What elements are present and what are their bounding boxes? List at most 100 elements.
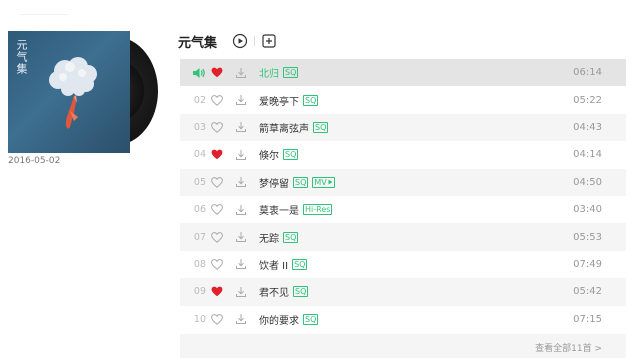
download-icon[interactable] [235,176,247,188]
track-row[interactable]: 02 爱晚亭下 SQ 05:22 [180,86,626,113]
track-duration: 03:40 [573,204,602,216]
sq-quality-badge: SQ [293,176,309,188]
track-index: 07 [193,231,206,243]
track-row[interactable]: 04 倏尔 SQ 04:14 [180,141,626,168]
sq-quality-badge: SQ [283,149,299,161]
album-cover-art [49,57,97,129]
download-icon[interactable] [235,67,247,79]
track-duration: 05:42 [573,286,602,298]
track-title[interactable]: 无踪 SQ [259,230,299,245]
track-index: 06 [193,204,206,216]
album-page: 元气集 2016-05-02 元气集 北归 SQ 06:14 02 爱晚亭下 S… [0,0,641,358]
track-row[interactable]: 09 君不见 SQ 05:42 [180,278,626,306]
badge-label: MV [314,177,327,187]
track-title[interactable]: 君不见 SQ [259,284,309,300]
track-title[interactable]: 梦停留 SQ MV [259,175,335,190]
track-index: 10 [193,313,206,325]
track-duration: 04:50 [573,176,602,188]
track-index: 02 [193,94,206,106]
mv-badge[interactable]: MV [312,176,335,188]
track-duration: 05:22 [573,94,602,106]
mv-play-icon [327,178,333,187]
track-title[interactable]: 莫衷一是 Hi-Res [259,202,333,217]
play-all-button[interactable] [232,33,248,49]
track-list: 北归 SQ 06:14 02 爱晚亭下 SQ 05:22 03 箭草离弦声 SQ 04:43 04 倏尔… [180,59,626,333]
badge-label: SQ [305,314,317,324]
badge-label: SQ [285,68,297,78]
track-title[interactable]: 你的要求 SQ [259,312,319,327]
hires-quality-badge: Hi-Res [303,204,333,216]
badge-label: SQ [295,287,307,297]
badge-label: SQ [294,259,306,269]
track-title-text: 箭草离弦声 [259,123,309,135]
download-icon[interactable] [235,231,247,243]
sq-quality-badge: SQ [303,94,319,106]
album-title: 元气集 [178,35,218,51]
album-artwork[interactable]: 元气集 [8,31,158,153]
track-duration: 07:15 [573,313,602,325]
heart-outline-icon[interactable] [211,231,223,243]
heart-outline-icon[interactable] [211,258,223,270]
heart-outline-icon[interactable] [211,176,223,188]
sq-quality-badge: SQ [293,286,309,298]
heart-filled-icon[interactable] [211,286,223,298]
sq-quality-badge: SQ [292,258,308,270]
track-row[interactable]: 06 莫衷一是 Hi-Res 03:40 [180,196,626,223]
badge-label: SQ [285,232,297,242]
track-duration: 04:43 [573,121,602,133]
release-date: 2016-05-02 [8,156,61,166]
track-duration: 04:14 [573,149,602,161]
track-row[interactable]: 05 梦停留 SQ MV 04:50 [180,168,626,196]
track-title-text: 你的要求 [259,315,299,327]
badge-label: SQ [295,177,307,187]
heart-outline-icon[interactable] [211,204,223,216]
track-title[interactable]: 饮者 II SQ [259,257,308,272]
download-icon[interactable] [235,121,247,133]
heart-outline-icon[interactable] [211,313,223,325]
track-title-text: 梦停留 [259,178,289,190]
track-title-text: 北归 [259,69,279,81]
track-duration: 05:53 [573,231,602,243]
heart-outline-icon[interactable] [211,121,223,133]
track-title[interactable]: 爱晚亭下 SQ [259,93,319,108]
add-to-playlist-button[interactable] [261,33,277,49]
download-icon[interactable] [235,258,247,270]
download-icon[interactable] [235,313,247,325]
track-index: 09 [193,286,206,298]
track-duration: 06:14 [573,67,602,79]
track-index: 08 [193,258,206,270]
play-circle-icon [232,33,248,49]
heart-filled-icon[interactable] [211,149,223,161]
download-icon[interactable] [235,286,247,298]
add-square-icon [262,34,276,48]
view-all-tracks-link[interactable]: 查看全部11首 > [535,341,602,354]
track-title-text: 君不见 [259,288,289,300]
track-row[interactable]: 10 你的要求 SQ 07:15 [180,306,626,333]
badge-label: SQ [315,122,327,132]
heart-outline-icon[interactable] [211,94,223,106]
track-title[interactable]: 北归 SQ [259,65,299,81]
heart-filled-icon[interactable] [211,67,223,79]
download-icon[interactable] [235,94,247,106]
speaker-playing-icon [180,67,206,79]
track-index: 04 [193,149,206,161]
album-cover[interactable]: 元气集 [8,31,130,153]
track-row[interactable]: 03 箭草离弦声 SQ 04:43 [180,113,626,142]
track-row[interactable]: 08 饮者 II SQ 07:49 [180,251,626,278]
track-row[interactable]: 07 无踪 SQ 05:53 [180,223,626,251]
tracklist-header: 元气集 [178,30,277,52]
badge-label: SQ [285,150,297,160]
track-title[interactable]: 倏尔 SQ [259,147,299,162]
header-separator [254,36,256,46]
badge-label: SQ [305,95,317,105]
sq-quality-badge: SQ [283,67,299,79]
track-title-text: 饮者 II [259,260,289,272]
track-index: 05 [193,176,206,188]
sq-quality-badge: SQ [283,231,299,243]
download-icon[interactable] [235,204,247,216]
track-row[interactable]: 北归 SQ 06:14 [180,59,626,87]
track-index: 03 [193,121,206,133]
download-icon[interactable] [235,149,247,161]
track-title[interactable]: 箭草离弦声 SQ [259,120,329,135]
track-title-text: 爱晚亭下 [259,96,299,108]
